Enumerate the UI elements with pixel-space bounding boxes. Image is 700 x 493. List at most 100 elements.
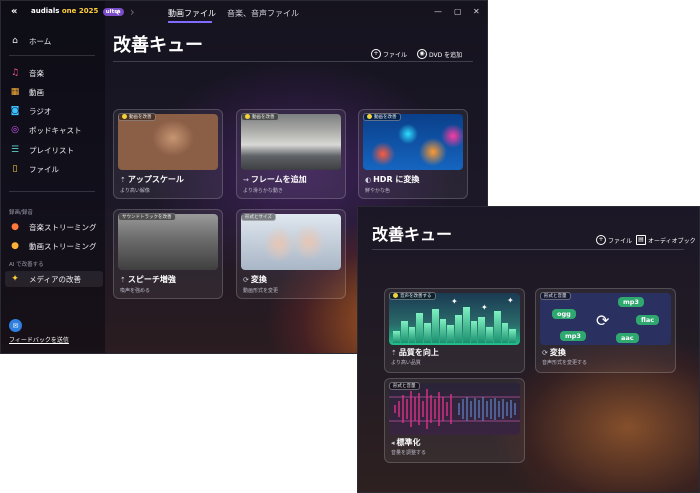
chip-label: 動画を改善 [118, 113, 156, 121]
card-add-frames[interactable]: 動画を改善 ⇝ フレームを追加 より滑らかな動き [236, 109, 346, 199]
add-file-label: ファイル [608, 237, 633, 245]
normalize-thumbnail [389, 383, 520, 435]
sidebar-item-video[interactable]: ▦ 動画 [9, 84, 44, 100]
sidebar-item-playlist[interactable]: ☰ プレイリスト [9, 142, 74, 158]
sidebar-item-media-improve[interactable]: ✦ メディアの改善 [5, 271, 103, 287]
header-divider [372, 249, 684, 250]
radio-icon: ◙ [10, 106, 20, 116]
card-quality[interactable]: ✦ ✦ ✦ 音声を改善する ⇡ 品質を向上 より高い品質 [384, 288, 525, 373]
sidebar-item-home[interactable]: ⌂ ホーム [9, 33, 51, 49]
card-title: ⇡ アップスケール [120, 175, 184, 184]
header-divider [113, 61, 473, 62]
chip-label: 動画を改善 [241, 113, 279, 121]
add-file-label: ファイル [383, 51, 408, 59]
volume-icon: ◂ [391, 439, 395, 447]
card-subtitle: 喚声を強める [120, 288, 151, 294]
speech-icon: ⇡ [120, 276, 126, 284]
podcast-icon: ◎ [11, 125, 19, 135]
sidebar-item-label: ポッドキャスト [29, 125, 82, 135]
card-title: ⟳ 変換 [243, 275, 267, 284]
film-icon: ▦ [10, 87, 20, 97]
sidebar-item-podcast[interactable]: ◎ ポッドキャスト [9, 122, 82, 138]
hdr-thumbnail [363, 114, 463, 170]
card-convert-audio[interactable]: ogg mp3 flac mp3 aac ⟳ 形式と音量 ⟳ 変換 音声形式を変更… [535, 288, 676, 373]
sidebar-item-label: 音楽ストリーミング [29, 222, 97, 232]
sidebar-item-file[interactable]: ▯ ファイル [9, 161, 59, 177]
quality-icon: ⇡ [391, 349, 397, 357]
forward-arrow-icon[interactable]: › [130, 5, 135, 19]
card-title: ◂ 標準化 [391, 438, 421, 447]
card-title: ⇡ スピーチ増強 [120, 275, 176, 284]
sidebar-item-radio[interactable]: ◙ ラジオ [9, 103, 52, 119]
sidebar: « audials one 2025 ultra ⌂ ホーム ♫ 音楽 ▦ 動画… [1, 1, 124, 353]
page-title: 改善キュー [113, 35, 203, 56]
maximize-icon[interactable]: ▢ [454, 7, 462, 16]
speech-thumbnail [118, 214, 218, 270]
card-subtitle: より高い解像 [120, 188, 150, 194]
sidebar-item-label: ホーム [29, 36, 52, 46]
chip-label: 形式と音量 [389, 382, 420, 390]
collapse-sidebar-icon[interactable]: « [11, 6, 17, 17]
chip-label: 音声を改善する [389, 292, 436, 300]
card-title: ⟳ 変換 [542, 348, 566, 357]
sparkle-icon: ✦ [451, 297, 458, 306]
convert-icon: ⟳ [542, 349, 548, 357]
sidebar-item-music[interactable]: ♫ 音楽 [9, 65, 44, 81]
disc-icon: ◉ [417, 49, 427, 59]
add-file-button[interactable]: + ファイル [371, 49, 407, 59]
sparkle-icon: ✦ [11, 274, 19, 284]
tab-audio-files[interactable]: 音楽、音声ファイル [227, 8, 299, 19]
sidebar-item-music-streaming[interactable]: ● 音楽ストリーミング [9, 219, 97, 235]
add-audiobook-button[interactable]: ▤ オーディオブック [636, 235, 696, 245]
chip-label: 形式とサイズ [241, 213, 276, 221]
format-chip: mp3 [560, 331, 586, 341]
convert-thumbnail [241, 214, 341, 270]
card-hdr[interactable]: 動画を改善 ◐ HDR に変換 鮮やかな色 [358, 109, 468, 199]
format-chip: ogg [552, 309, 576, 319]
badge-icon [393, 293, 398, 298]
minimize-icon[interactable]: — [434, 7, 442, 16]
card-title: ⇡ 品質を向上 [391, 348, 439, 357]
section-label-recording: 録画/録音 [9, 210, 33, 216]
card-subtitle: 音声形式を変更する [542, 360, 588, 366]
chip-label: 動画を改善 [363, 113, 401, 121]
format-chip: flac [636, 315, 660, 325]
card-upscale[interactable]: 動画を改善 ⇡ アップスケール より高い解像 [113, 109, 223, 199]
palette-icon: ◐ [365, 176, 372, 184]
card-convert-video[interactable]: 形式とサイズ ⟳ 変換 動画形式を変更 [236, 209, 346, 299]
card-speech[interactable]: サウンドトラックを改善 ⇡ スピーチ増強 喚声を強める [113, 209, 223, 299]
format-chip: aac [616, 333, 639, 343]
formats-thumbnail: ogg mp3 flac mp3 aac ⟳ [540, 293, 671, 345]
chip-label: 形式と音量 [540, 292, 571, 300]
add-file-button[interactable]: + ファイル [596, 235, 632, 245]
divider [9, 55, 95, 56]
card-normalize[interactable]: 形式と音量 ◂ 標準化 音量を調整する [384, 378, 525, 463]
card-subtitle: 動画形式を変更 [243, 288, 279, 294]
tab-video-files[interactable]: 動画ファイル [168, 8, 216, 19]
book-icon: ▤ [636, 235, 646, 245]
feedback-button[interactable]: ✉ フィードバックを送信 [9, 319, 69, 344]
upscale-thumbnail [118, 114, 218, 170]
home-icon: ⌂ [12, 36, 18, 46]
feedback-icon: ✉ [9, 319, 22, 332]
card-title: ◐ HDR に変換 [365, 175, 420, 184]
card-title: ⇝ フレームを追加 [243, 175, 307, 184]
active-tab-indicator [168, 21, 212, 23]
page-title: 改善キュー [372, 225, 453, 244]
frames-thumbnail [241, 114, 341, 170]
sparkle-icon: ✦ [507, 296, 514, 305]
music-note-icon: ♫ [10, 68, 20, 78]
sidebar-item-video-streaming[interactable]: ● 動画ストリーミング [9, 238, 96, 254]
app-logo: audials one 2025 ultra [31, 7, 124, 16]
close-icon[interactable]: ✕ [473, 7, 480, 16]
file-icon: ▯ [12, 164, 18, 174]
sidebar-item-label: 音楽 [29, 68, 44, 78]
card-subtitle: 鮮やかな色 [365, 188, 391, 194]
sidebar-item-label: メディアの改善 [29, 274, 81, 284]
format-chip: mp3 [618, 297, 644, 307]
frames-icon: ⇝ [243, 176, 249, 184]
sidebar-item-label: プレイリスト [29, 145, 74, 155]
back-arrow-icon[interactable]: ‹ [115, 5, 120, 19]
chip-label: サウンドトラックを改善 [118, 213, 176, 221]
add-dvd-button[interactable]: ◉ DVD を追加 [417, 49, 462, 59]
